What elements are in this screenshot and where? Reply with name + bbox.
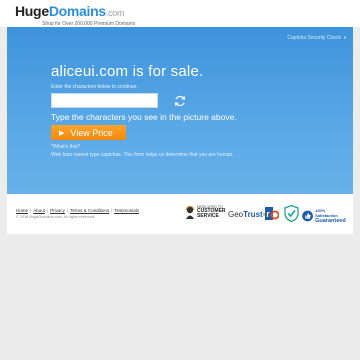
footer: Home | About | Privacy | Terms & Conditions | Te… [7, 194, 353, 234]
rq-icon: r [265, 207, 279, 220]
logo-domains: Domains [48, 3, 106, 19]
footer-links: Home | About | Privacy | Terms & Conditions | Te… [16, 208, 140, 213]
geotrust-geo: Geo [228, 210, 244, 219]
rq-badge: r [265, 207, 279, 220]
captcha-panel: Captcha Security Check ▼ aliceui.com is f… [7, 27, 353, 194]
footer-link-terms[interactable]: Terms & Conditions [70, 208, 109, 213]
logo[interactable]: HugeDomains.com Shop for Over 200,000 Pr… [15, 4, 135, 27]
footer-link-testimonials[interactable]: Testimonials [114, 208, 139, 213]
headset-icon [185, 205, 195, 219]
copyright: © 2016 HugeDomains.com. All rights reser… [16, 215, 95, 219]
logo-huge: Huge [15, 3, 49, 19]
shield-icon [284, 205, 299, 222]
geotrust-badge: Geo Trust ® [228, 210, 266, 219]
security-shield-badge [284, 205, 299, 222]
dedicated-service: SERVICE [197, 213, 219, 219]
satisfaction-small: 100% Satisfaction [315, 208, 338, 218]
captcha-security-link[interactable]: Captcha Security Check ▼ [287, 35, 347, 41]
view-price-button[interactable]: ▶ View Price [51, 125, 126, 140]
captcha-prompt: Type the characters you see in the pictu… [51, 112, 237, 122]
footer-link-about[interactable]: About [33, 208, 45, 213]
header: HugeDomains.com Shop for Over 200,000 Pr… [0, 0, 360, 27]
footer-link-home[interactable]: Home [16, 208, 28, 213]
svg-text:r: r [266, 209, 270, 219]
customer-service-badge: DEDICATED TO CUSTOMER SERVICE [185, 205, 226, 219]
captcha-input[interactable] [51, 93, 158, 108]
logo-com: .com [105, 8, 125, 18]
captcha-link-label: Captcha Security Check [287, 35, 342, 41]
bot-note: Web bots cannot type captchas. This form… [51, 152, 234, 158]
satisfaction-badge: 100% Satisfaction Guaranteed [302, 208, 347, 224]
play-icon: ▶ [59, 129, 65, 137]
footer-link-privacy[interactable]: Privacy [50, 208, 65, 213]
view-price-label: View Price [70, 127, 113, 138]
page-title: aliceui.com is for sale. [51, 63, 204, 80]
chevron-down-icon: ▼ [343, 35, 347, 40]
thumbs-up-icon [302, 210, 313, 222]
whats-this-link[interactable]: *What's this? [51, 144, 80, 150]
geotrust-trust: Trust [243, 210, 263, 219]
captcha-instructions: Enter the characters below to continue: [51, 84, 138, 90]
satisfaction-guaranteed: Guaranteed [315, 218, 346, 224]
refresh-icon[interactable] [173, 94, 187, 108]
